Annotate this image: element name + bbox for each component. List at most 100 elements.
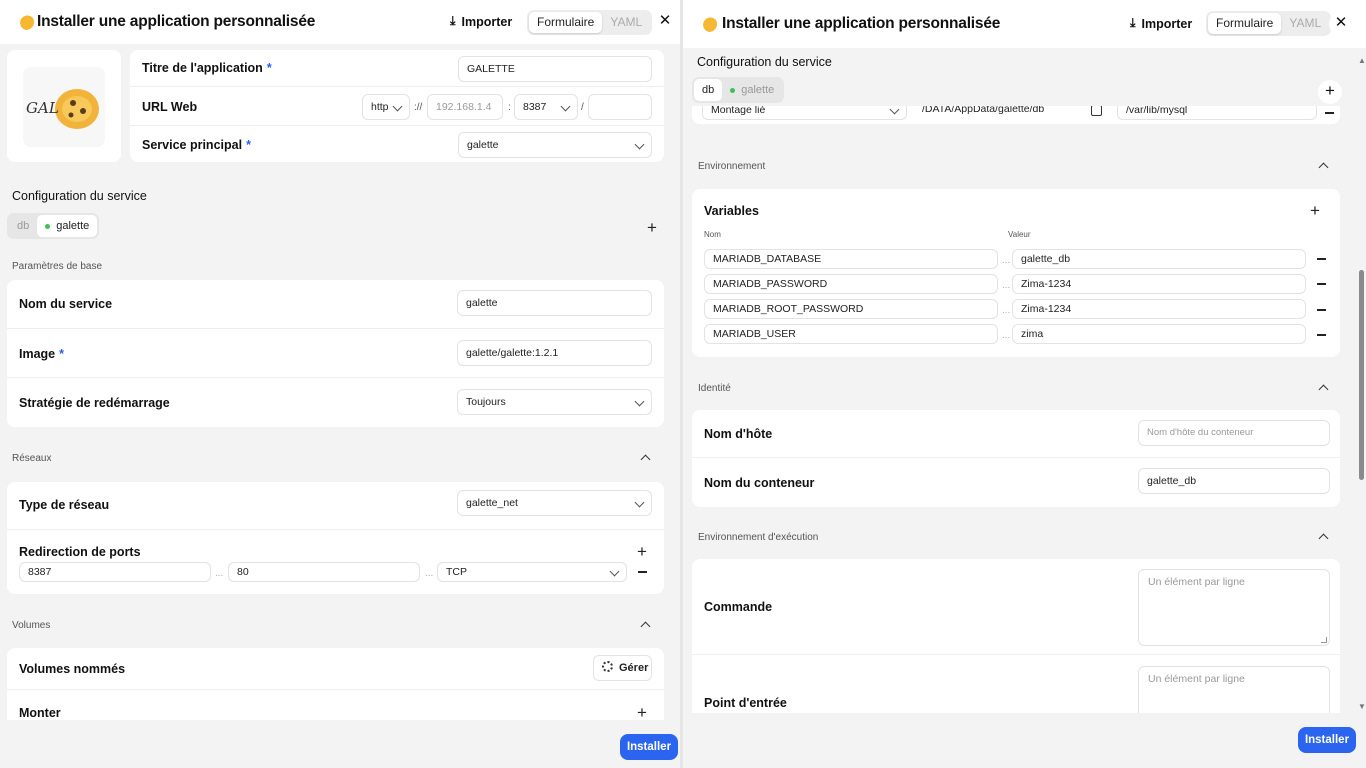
variable-value-input[interactable]: zima: [1012, 324, 1306, 344]
app-title-input[interactable]: GALETTE: [458, 56, 652, 82]
import-button[interactable]: ⤓ Importer: [450, 14, 512, 29]
environment-card: Variables + Nom Valeur MARIADB_DATABASE …: [692, 189, 1340, 357]
service-config-title: Configuration du service: [12, 189, 147, 203]
service-tabs: db galette: [692, 77, 785, 103]
service-name-input[interactable]: galette: [457, 290, 652, 316]
image-input[interactable]: galette/galette:1.2.1: [457, 340, 652, 366]
service-name-label: Nom du service: [19, 297, 113, 311]
protocol-select[interactable]: http: [362, 94, 410, 120]
close-icon[interactable]: ✕: [653, 10, 677, 34]
restart-label: Stratégie de redémarrage: [19, 396, 170, 410]
install-button[interactable]: Installer: [1298, 727, 1356, 753]
add-port-icon[interactable]: +: [637, 543, 647, 560]
scroll-up-icon[interactable]: ▲: [1358, 56, 1366, 65]
url-sep-3: /: [581, 102, 584, 113]
networks-title: Réseaux: [12, 453, 52, 464]
import-label: Importer: [1141, 16, 1193, 31]
port-sep: ...: [215, 568, 224, 579]
variable-value-input[interactable]: Zima-1234: [1012, 274, 1306, 294]
running-dot-icon: [45, 223, 51, 229]
variable-name-input[interactable]: MARIADB_ROOT_PASSWORD: [704, 299, 998, 319]
variable-value-input[interactable]: Zima-1234: [1012, 299, 1306, 319]
manage-volumes-button[interactable]: Gérer: [593, 655, 652, 681]
service-tab-galette[interactable]: galette: [37, 215, 98, 237]
app-logo-icon: [12, 14, 34, 30]
hostname-label: Nom d'hôte: [704, 427, 773, 441]
base-params-title: Paramètres de base: [12, 261, 103, 272]
folder-picker-icon[interactable]: [1091, 105, 1102, 116]
port-protocol-select[interactable]: TCP: [437, 562, 627, 582]
mode-switch: Formulaire YAML: [1206, 11, 1332, 36]
remove-variable-icon[interactable]: [1317, 309, 1326, 311]
service-config-title: Configuration du service: [697, 55, 832, 69]
mode-switch: Formulaire YAML: [527, 10, 653, 35]
service-tabs: db galette: [7, 213, 100, 239]
collapse-identity-icon[interactable]: [1318, 384, 1329, 395]
sticky-service-bar: Configuration du service db galette +: [683, 48, 1366, 106]
mount-label: Monter: [19, 706, 61, 720]
container-port-input[interactable]: 80: [228, 562, 420, 582]
main-service-select[interactable]: galette: [458, 132, 652, 158]
scroll-down-icon[interactable]: ▼: [1358, 702, 1366, 711]
collapse-networks-icon[interactable]: [640, 454, 651, 465]
remove-variable-icon[interactable]: [1317, 258, 1326, 260]
remove-variable-icon[interactable]: [1317, 283, 1326, 285]
variable-name-input[interactable]: MARIADB_DATABASE: [704, 249, 998, 269]
image-row: Image * galette/galette:1.2.1: [7, 329, 664, 378]
host-port-input[interactable]: 8387: [19, 562, 211, 582]
add-variable-icon[interactable]: +: [1310, 202, 1320, 219]
add-mount-icon[interactable]: +: [637, 704, 647, 721]
scrollbar[interactable]: ▲ ▼: [1358, 50, 1366, 718]
import-label: Importer: [461, 14, 513, 29]
tab-yaml[interactable]: YAML: [602, 12, 650, 33]
service-tab-galette[interactable]: galette: [722, 79, 782, 101]
collapse-volumes-icon[interactable]: [640, 621, 651, 632]
main-service-row: Service principal * galette: [130, 126, 664, 162]
port-select[interactable]: 8387: [514, 94, 578, 120]
add-service-icon[interactable]: +: [647, 219, 657, 236]
variable-name-input[interactable]: MARIADB_PASSWORD: [704, 274, 998, 294]
restart-select[interactable]: Toujours: [457, 389, 652, 415]
command-label: Commande: [704, 600, 773, 614]
container-name-input[interactable]: galette_db: [1138, 468, 1330, 494]
app-icon-card[interactable]: GAL: [7, 50, 121, 162]
url-label: URL Web: [142, 100, 198, 114]
named-volumes-label: Volumes nommés: [19, 662, 126, 676]
network-type-row: Type de réseau galette_net: [7, 482, 664, 530]
collapse-runtime-icon[interactable]: [1318, 533, 1329, 544]
install-button[interactable]: Installer: [620, 734, 678, 760]
import-button[interactable]: ⤓ Importer: [1130, 16, 1192, 31]
service-name-row: Nom du service galette: [7, 280, 664, 329]
collapse-environment-icon[interactable]: [1318, 162, 1329, 173]
tab-form[interactable]: Formulaire: [529, 12, 603, 33]
path-input[interactable]: [588, 94, 652, 120]
image-label: Image *: [19, 347, 65, 361]
resize-handle-icon[interactable]: [1321, 637, 1327, 643]
app-icon-image[interactable]: GAL: [23, 67, 105, 147]
main-service-label: Service principal *: [142, 138, 251, 152]
service-tab-db[interactable]: db: [694, 79, 723, 101]
variable-name-input[interactable]: MARIADB_USER: [704, 324, 998, 344]
hostname-input[interactable]: Nom d'hôte du conteneur: [1138, 420, 1330, 446]
runtime-card: Commande Un élément par ligne Point d'en…: [692, 559, 1340, 729]
tab-yaml[interactable]: YAML: [1281, 13, 1329, 34]
scrollbar-thumb[interactable]: [1359, 270, 1364, 480]
remove-port-icon[interactable]: [638, 571, 647, 573]
remove-mount-icon[interactable]: [1325, 112, 1334, 114]
remove-variable-icon[interactable]: [1317, 334, 1326, 336]
service-tab-db[interactable]: db: [9, 215, 37, 237]
command-textarea[interactable]: Un élément par ligne: [1138, 569, 1330, 646]
var-sep: ...: [1002, 305, 1011, 316]
var-sep: ...: [1002, 255, 1011, 266]
network-type-select[interactable]: galette_net: [457, 490, 652, 516]
close-icon[interactable]: ✕: [1329, 12, 1353, 36]
tab-form[interactable]: Formulaire: [1208, 13, 1282, 34]
volumes-title: Volumes: [12, 620, 51, 631]
restart-row: Stratégie de redémarrage Toujours: [7, 378, 664, 427]
svg-text:GAL: GAL: [26, 99, 59, 117]
variable-value-input[interactable]: galette_db: [1012, 249, 1306, 269]
host-input[interactable]: 192.168.1.4: [427, 94, 503, 120]
add-service-icon[interactable]: +: [1318, 80, 1342, 104]
right-dialog: Montage lié /DATA/AppData/galette/db /va…: [683, 0, 1366, 768]
left-dialog: Installer une application personnalisée …: [0, 0, 680, 768]
